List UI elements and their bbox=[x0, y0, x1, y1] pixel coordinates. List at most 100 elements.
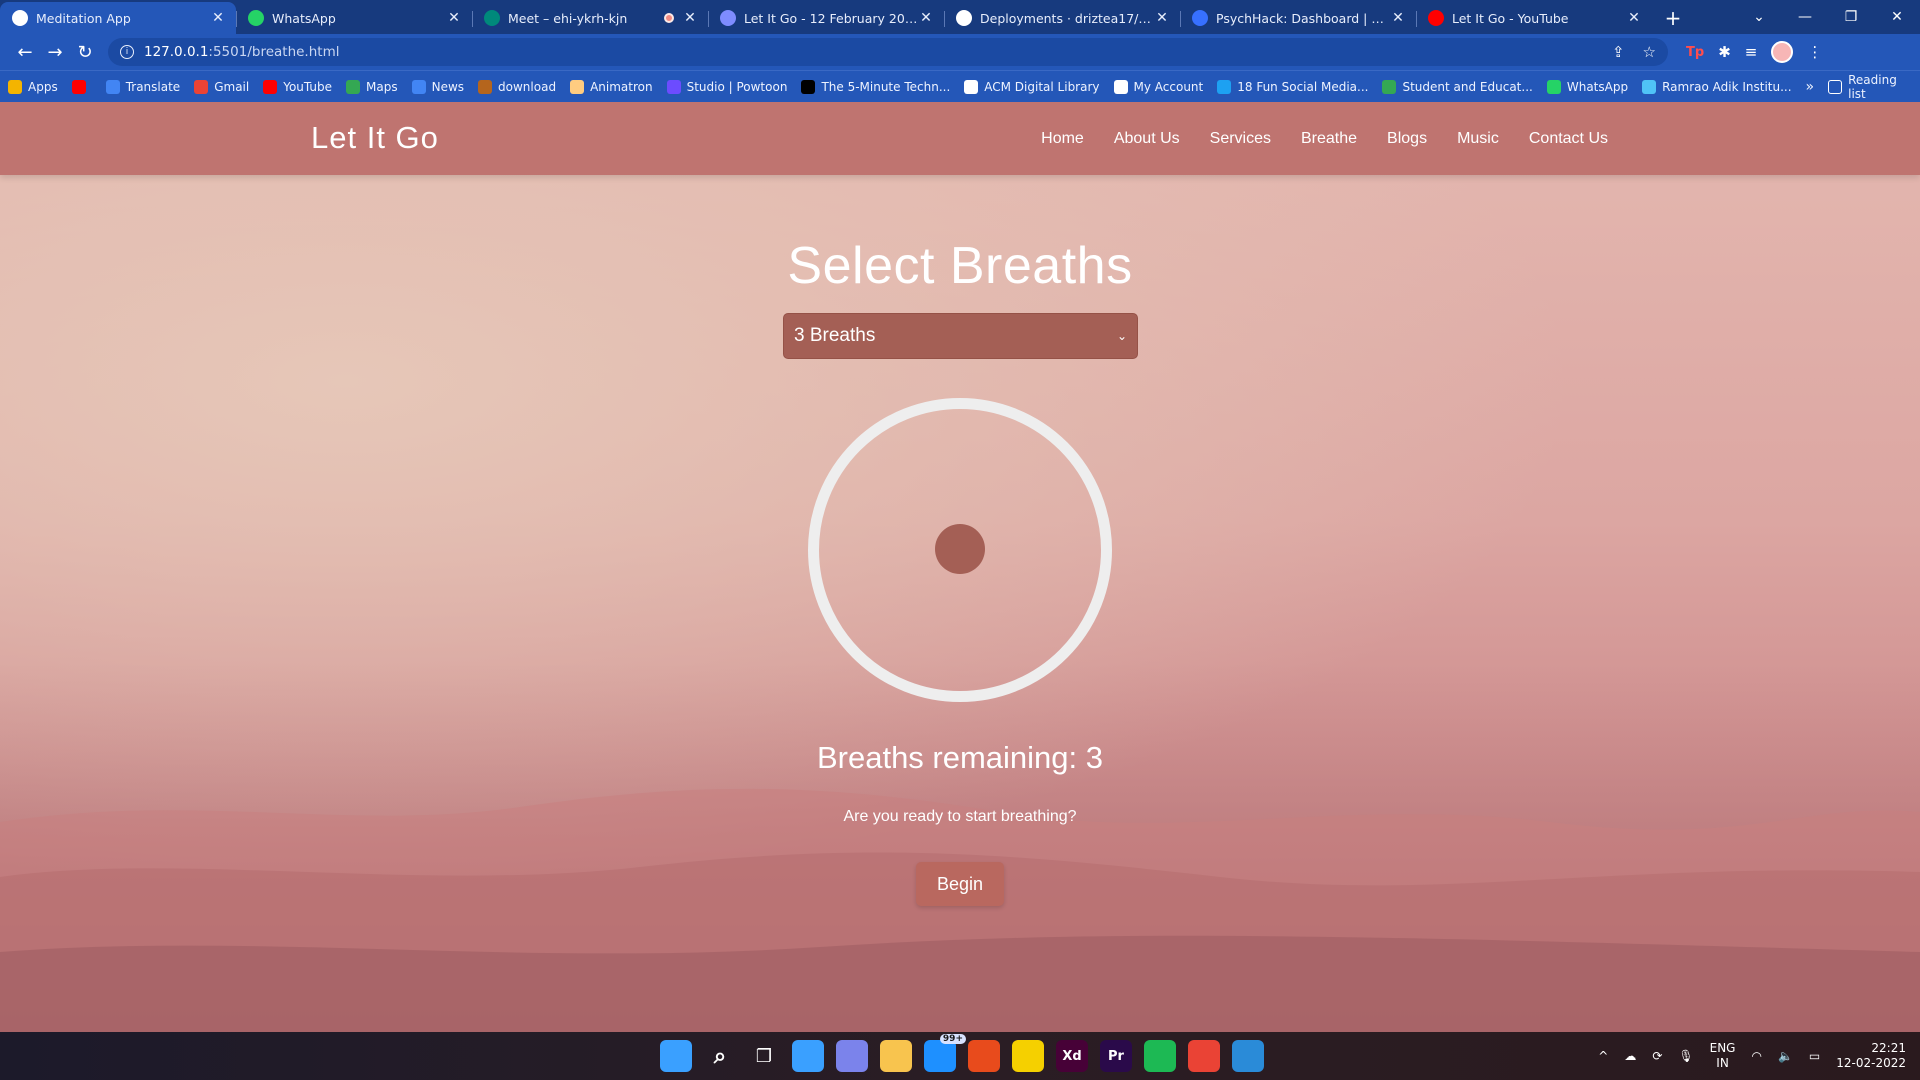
bookmark-item[interactable]: YouTube bbox=[263, 79, 332, 94]
task-view-icon[interactable]: ❐ bbox=[748, 1040, 780, 1072]
bookmark-item[interactable]: Gmail bbox=[194, 79, 250, 94]
menu-kebab-icon[interactable]: ⋮ bbox=[1807, 43, 1822, 61]
vscode-icon[interactable] bbox=[1232, 1040, 1264, 1072]
tray-cloud-icon[interactable]: ☁ bbox=[1624, 1049, 1636, 1063]
breaths-select-value: 3 Breaths bbox=[794, 325, 876, 346]
volume-icon[interactable]: 🔈 bbox=[1778, 1049, 1793, 1063]
bookmark-item[interactable]: ACM Digital Library bbox=[964, 79, 1100, 94]
tab-title: Deployments · driztea17/Letitgo bbox=[980, 10, 1154, 26]
bookmark-item[interactable]: Translate bbox=[105, 79, 180, 94]
bookmarks-more-button[interactable]: » bbox=[1806, 79, 1815, 95]
site-info-icon[interactable]: i bbox=[120, 45, 134, 59]
close-tab-icon[interactable]: ✕ bbox=[918, 10, 934, 26]
file-explorer-icon[interactable] bbox=[880, 1040, 912, 1072]
start-icon[interactable] bbox=[660, 1040, 692, 1072]
bookmark-item[interactable]: WhatsApp bbox=[1546, 79, 1628, 94]
browser-tab[interactable]: Meet – ehi-ykrh-kjn ✕ bbox=[472, 2, 708, 34]
language-indicator[interactable]: ENG IN bbox=[1710, 1041, 1736, 1071]
bookmark-item[interactable]: Apps bbox=[8, 79, 58, 94]
bookmark-favicon-icon bbox=[478, 79, 493, 94]
premiere-icon[interactable]: Pr bbox=[1100, 1040, 1132, 1072]
reload-button[interactable]: ↻ bbox=[70, 37, 100, 67]
teams-chat-icon[interactable] bbox=[836, 1040, 868, 1072]
bookmarks-bar: Apps Translate Gmail YouTube Maps News downloa… bbox=[0, 70, 1920, 102]
nav-home[interactable]: Home bbox=[1041, 130, 1084, 148]
bookmark-label: download bbox=[498, 79, 557, 94]
bookmark-favicon-icon bbox=[411, 79, 426, 94]
bookmark-item[interactable]: Studio | Powtoon bbox=[666, 79, 787, 94]
bookmark-star-icon[interactable]: ☆ bbox=[1643, 43, 1656, 61]
site-brand[interactable]: Let It Go bbox=[311, 120, 439, 156]
sticky-notes-icon[interactable] bbox=[1012, 1040, 1044, 1072]
battery-icon[interactable]: ▭ bbox=[1809, 1049, 1820, 1063]
profile-avatar[interactable] bbox=[1771, 41, 1794, 63]
nav-contact-us[interactable]: Contact Us bbox=[1529, 130, 1608, 148]
app-label: Xd bbox=[1062, 1048, 1082, 1064]
tab-search-icon[interactable]: ⌄ bbox=[1736, 9, 1782, 25]
browser-tab[interactable]: Deployments · driztea17/Letitgo✕ bbox=[944, 2, 1180, 34]
spotify-icon[interactable] bbox=[1144, 1040, 1176, 1072]
bookmark-label: Gmail bbox=[214, 79, 250, 94]
nav-breathe[interactable]: Breathe bbox=[1301, 130, 1357, 148]
mail-icon[interactable]: 99+ bbox=[924, 1034, 966, 1072]
chrome-icon[interactable] bbox=[1188, 1040, 1220, 1072]
close-tab-icon[interactable]: ✕ bbox=[682, 10, 698, 26]
bookmark-item[interactable]: News bbox=[411, 79, 464, 94]
close-tab-icon[interactable]: ✕ bbox=[446, 10, 462, 26]
close-tab-icon[interactable]: ✕ bbox=[210, 10, 226, 26]
bookmark-item[interactable] bbox=[71, 79, 92, 94]
nav-music[interactable]: Music bbox=[1457, 130, 1499, 148]
bookmark-item[interactable]: download bbox=[478, 79, 557, 94]
address-bar[interactable]: i 127.0.0.1:5501/breathe.html ⇪ ☆ bbox=[108, 38, 1668, 66]
bookmark-favicon-icon bbox=[1113, 79, 1128, 94]
wifi-icon[interactable]: ◠ bbox=[1751, 1049, 1761, 1063]
begin-button[interactable]: Begin bbox=[916, 862, 1004, 906]
extensions-puzzle-icon[interactable]: ✱ bbox=[1718, 43, 1731, 61]
microphone-icon[interactable]: 🎙 bbox=[1678, 1049, 1693, 1063]
bookmark-item[interactable]: The 5-Minute Techn... bbox=[801, 79, 950, 94]
adobe-xd-icon[interactable]: Xd bbox=[1056, 1040, 1088, 1072]
browser-tab[interactable]: Let It Go - 12 February 2022 ✕ bbox=[708, 2, 944, 34]
nav-blogs[interactable]: Blogs bbox=[1387, 130, 1427, 148]
tray-chevron-up-icon[interactable]: ^ bbox=[1598, 1049, 1608, 1063]
close-tab-icon[interactable]: ✕ bbox=[1154, 10, 1170, 26]
browser-tab[interactable]: WhatsApp ✕ bbox=[236, 2, 472, 34]
minimize-button[interactable]: — bbox=[1782, 9, 1828, 25]
app-label: Pr bbox=[1108, 1048, 1124, 1064]
browser-tab[interactable]: Meditation App ✕ bbox=[0, 2, 236, 34]
bookmark-item[interactable]: Animatron bbox=[570, 79, 653, 94]
bookmark-label: Ramrao Adik Institu... bbox=[1662, 79, 1792, 94]
back-button[interactable]: ← bbox=[10, 37, 40, 67]
share-icon[interactable]: ⇪ bbox=[1612, 43, 1625, 61]
search-icon[interactable]: ⌕ bbox=[704, 1040, 736, 1072]
bookmark-favicon-icon bbox=[8, 79, 22, 94]
bookmark-favicon-icon bbox=[666, 79, 681, 94]
tab-title: Let It Go - 12 February 2022 bbox=[744, 10, 918, 26]
new-tab-button[interactable]: + bbox=[1658, 2, 1688, 34]
close-window-button[interactable]: ✕ bbox=[1874, 9, 1920, 25]
bookmark-item[interactable]: My Account bbox=[1113, 79, 1204, 94]
clock[interactable]: 22:21 12-02-2022 bbox=[1836, 1041, 1906, 1071]
bookmark-item[interactable]: Student and Educat... bbox=[1382, 79, 1533, 94]
breaths-select[interactable]: 3 Breaths ⌄ bbox=[783, 313, 1138, 359]
forward-button[interactable]: → bbox=[40, 37, 70, 67]
recording-indicator-icon bbox=[664, 13, 674, 23]
bookmark-item[interactable]: Maps bbox=[346, 79, 398, 94]
browser-tab[interactable]: PsychHack: Dashboard | Devfolio✕ bbox=[1180, 2, 1416, 34]
bookmark-item[interactable]: 18 Fun Social Media... bbox=[1217, 79, 1368, 94]
close-tab-icon[interactable]: ✕ bbox=[1626, 10, 1642, 26]
bookmark-item[interactable]: Ramrao Adik Institu... bbox=[1642, 79, 1792, 94]
nav-services[interactable]: Services bbox=[1210, 130, 1271, 148]
office-icon[interactable] bbox=[968, 1040, 1000, 1072]
bookmark-label: My Account bbox=[1133, 79, 1204, 94]
browser-tab[interactable]: Let It Go - YouTube ✕ bbox=[1416, 2, 1652, 34]
nav-about-us[interactable]: About Us bbox=[1114, 130, 1180, 148]
close-tab-icon[interactable]: ✕ bbox=[1390, 10, 1406, 26]
widgets-icon[interactable] bbox=[792, 1040, 824, 1072]
restore-button[interactable]: ❐ bbox=[1828, 9, 1874, 25]
reading-list-button[interactable]: Reading list bbox=[1828, 73, 1912, 101]
extension-tp-icon[interactable]: Tp bbox=[1686, 45, 1704, 60]
media-control-icon[interactable]: ≡ bbox=[1745, 43, 1758, 61]
bookmark-favicon-icon bbox=[1642, 79, 1657, 94]
tray-sync-icon[interactable]: ⟳ bbox=[1652, 1049, 1662, 1063]
